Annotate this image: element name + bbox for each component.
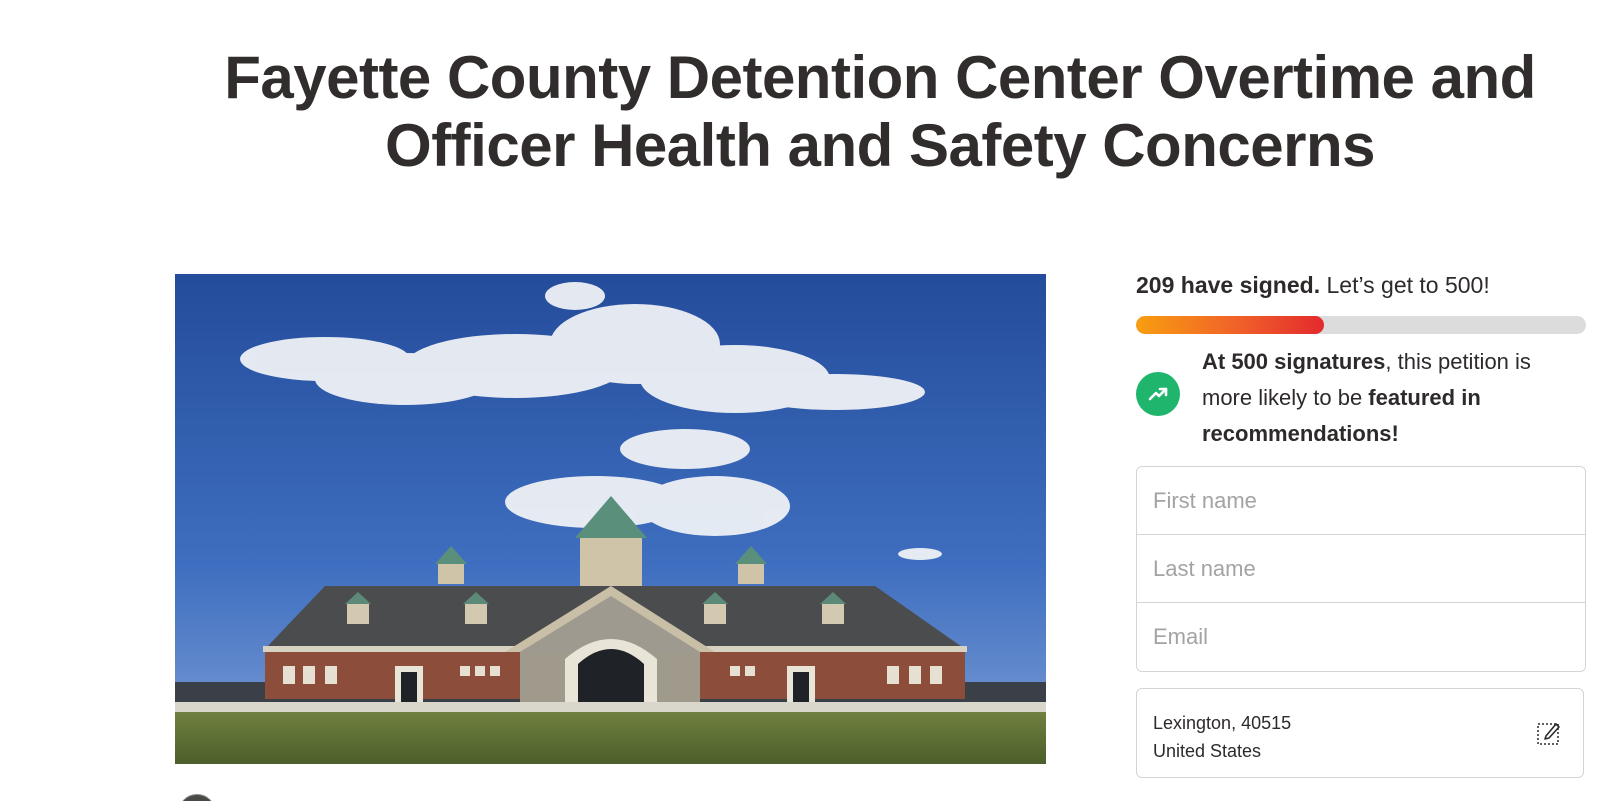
edit-icon[interactable] <box>1535 719 1563 747</box>
petition-hero-image <box>175 274 1046 764</box>
first-name-input[interactable] <box>1137 467 1585 535</box>
email-input[interactable] <box>1137 603 1585 671</box>
author-avatar[interactable] <box>178 794 216 801</box>
trending-up-icon <box>1136 372 1180 416</box>
featured-promo: At 500 signatures, this petition is more… <box>1136 344 1586 452</box>
page-title: Fayette County Detention Center Overtime… <box>224 44 1536 179</box>
last-name-input[interactable] <box>1137 535 1585 603</box>
location-field[interactable]: Lexington, 40515 United States <box>1136 688 1584 778</box>
signature-sidebar: 209 have signed. Let’s get to 500! At 50… <box>1136 270 1586 778</box>
promo-text: At 500 signatures, this petition is more… <box>1202 344 1586 452</box>
petition-page: Fayette County Detention Center Overtime… <box>0 0 1613 801</box>
signature-count-text: 209 have signed. Let’s get to 500! <box>1136 270 1586 300</box>
signed-count: 209 have signed. <box>1136 272 1321 298</box>
location-country: United States <box>1153 741 1262 761</box>
promo-bold-1: At 500 signatures <box>1202 349 1386 374</box>
goal-text: Let’s get to 500! <box>1320 272 1490 298</box>
signature-progress-bar <box>1136 316 1586 334</box>
signer-form <box>1136 466 1586 672</box>
signature-progress-fill <box>1136 316 1325 334</box>
location-city-zip: Lexington, 40515 <box>1153 713 1292 733</box>
